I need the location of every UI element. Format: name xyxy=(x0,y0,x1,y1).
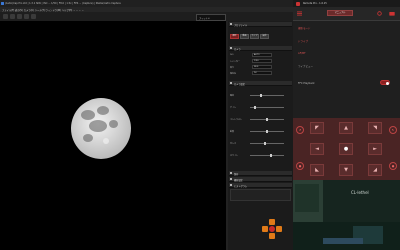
setting-field[interactable]: F8.0 xyxy=(252,65,272,69)
slider-row: 彩度 xyxy=(230,129,291,134)
mode-selector[interactable]: マニュアル xyxy=(327,10,353,16)
settings-icon[interactable] xyxy=(31,14,36,19)
ffc-playback-toggle[interactable] xyxy=(380,80,390,85)
rotate-right-icon[interactable]: ↻ xyxy=(389,126,397,134)
right-arrow-icon[interactable] xyxy=(276,226,282,232)
window-title: (Astro)Cap Pro Ltd | 1.3.1 SDK | ISO ...… xyxy=(5,2,121,5)
expand-icon xyxy=(230,81,233,85)
mode-button-shoot[interactable]: 撮影 xyxy=(230,34,239,39)
white-slider[interactable] xyxy=(250,154,284,157)
setting-field[interactable]: 1/50 xyxy=(252,59,272,63)
dpad-down-right[interactable]: ◢ xyxy=(368,164,382,176)
setting-row: ISO AUTO xyxy=(230,53,291,58)
expand-icon xyxy=(230,46,233,50)
remote-title-bar: Remote Pro - 1.6.15 xyxy=(293,0,400,7)
mode-buttons: 撮影 動画 ライブ 設定 xyxy=(230,34,269,39)
dpad-up-left[interactable]: ◤ xyxy=(310,122,324,134)
dpad-center[interactable]: ● xyxy=(339,143,353,155)
section-profile[interactable]: プロファイル xyxy=(229,22,292,27)
live-view[interactable] xyxy=(0,21,226,250)
moon-image xyxy=(71,98,131,159)
exposure-slider[interactable] xyxy=(250,94,284,97)
dpad-down[interactable]: ▼ xyxy=(339,164,353,176)
expand-icon xyxy=(230,177,233,181)
save-icon[interactable] xyxy=(10,14,15,19)
zoom-select[interactable]: フィット ▾ xyxy=(196,14,226,21)
stream-image xyxy=(293,180,400,250)
section-save[interactable]: 保存 xyxy=(229,171,292,176)
up-arrow-icon[interactable] xyxy=(269,219,275,225)
dpad-down-left[interactable]: ◣ xyxy=(310,164,324,176)
remote-menu-item[interactable]: ライブビュー xyxy=(298,64,313,68)
slider-row: ホワイト xyxy=(230,153,291,158)
remote-dpad: ↺ ↻ ● ● ◤ ▲ ◥ ◄ ● ► ◣ ▼ ◢ xyxy=(293,118,400,180)
saturation-slider[interactable] xyxy=(250,130,284,133)
live-stream-preview: CL-lethel xyxy=(293,180,400,250)
dpad-right[interactable]: ► xyxy=(368,143,382,155)
section-histogram[interactable]: ヒストグラム xyxy=(229,183,292,188)
section-camera[interactable]: カメラ xyxy=(229,46,292,51)
shutter-right-icon[interactable]: ● xyxy=(389,162,397,170)
setting-row: シャッター 1/50 xyxy=(230,59,291,64)
record-icon[interactable] xyxy=(24,14,29,19)
center-button-icon[interactable] xyxy=(269,226,275,232)
expand-icon xyxy=(230,22,233,26)
setting-field[interactable]: AUTO xyxy=(252,53,272,57)
gamma-slider[interactable] xyxy=(250,142,284,145)
setting-row: 保存先 D:\ xyxy=(230,71,291,76)
remote-window: Remote Pro - 1.6.15 マニュアル 撮影モード ドライブ AF/… xyxy=(293,0,400,250)
app-icon xyxy=(1,1,4,5)
slider-row: コントラスト xyxy=(230,117,291,122)
remote-menu-item[interactable]: AF/MF xyxy=(298,52,306,55)
histogram xyxy=(230,189,291,201)
slider-row: ゲイン xyxy=(230,105,291,110)
expand-icon xyxy=(230,171,233,175)
setting-row: 絞り F8.0 xyxy=(230,65,291,70)
setting-field[interactable]: D:\ xyxy=(252,71,272,75)
slider-row: ガンマ xyxy=(230,141,291,146)
open-icon[interactable] xyxy=(3,14,8,19)
remote-menu-item[interactable]: ドライブ xyxy=(298,39,308,43)
mode-button-settings[interactable]: 設定 xyxy=(260,34,269,39)
ffc-playback-label: FFC Playback xyxy=(298,82,315,85)
down-arrow-icon[interactable] xyxy=(269,233,275,239)
rotate-left-icon[interactable]: ↺ xyxy=(296,126,304,134)
stream-caption: CL-lethel xyxy=(351,190,369,195)
shutter-left-icon[interactable]: ● xyxy=(296,162,304,170)
remote-header: マニュアル xyxy=(293,7,400,21)
remote-menu-item[interactable]: 撮影モード xyxy=(298,26,311,30)
menu-icon[interactable] xyxy=(297,11,302,16)
settings-gear-icon[interactable] xyxy=(377,11,382,16)
dpad-up-right[interactable]: ◥ xyxy=(368,122,382,134)
focus-arrow-pad xyxy=(257,215,287,245)
expand-icon xyxy=(230,183,233,187)
camera-icon[interactable] xyxy=(389,11,395,16)
section-camera-settings[interactable]: カメラ設定 xyxy=(229,81,292,86)
capture-icon[interactable] xyxy=(17,14,22,19)
mode-button-live[interactable]: ライブ xyxy=(250,34,259,39)
mode-button-movie[interactable]: 動画 xyxy=(240,34,249,39)
remote-logo-icon xyxy=(296,1,300,6)
slider-row: 露出 xyxy=(230,93,291,98)
contrast-slider[interactable] xyxy=(250,118,284,121)
title-bar: (Astro)Cap Pro Ltd | 1.3.1 SDK | ISO ...… xyxy=(0,0,293,7)
gain-slider[interactable] xyxy=(250,106,284,109)
left-arrow-icon[interactable] xyxy=(262,226,268,232)
dpad-left[interactable]: ◄ xyxy=(310,143,324,155)
section-capture[interactable]: 撮影設定 xyxy=(229,177,292,182)
dpad-up[interactable]: ▲ xyxy=(339,122,353,134)
zoom-value: フィット ▾ xyxy=(199,17,210,20)
